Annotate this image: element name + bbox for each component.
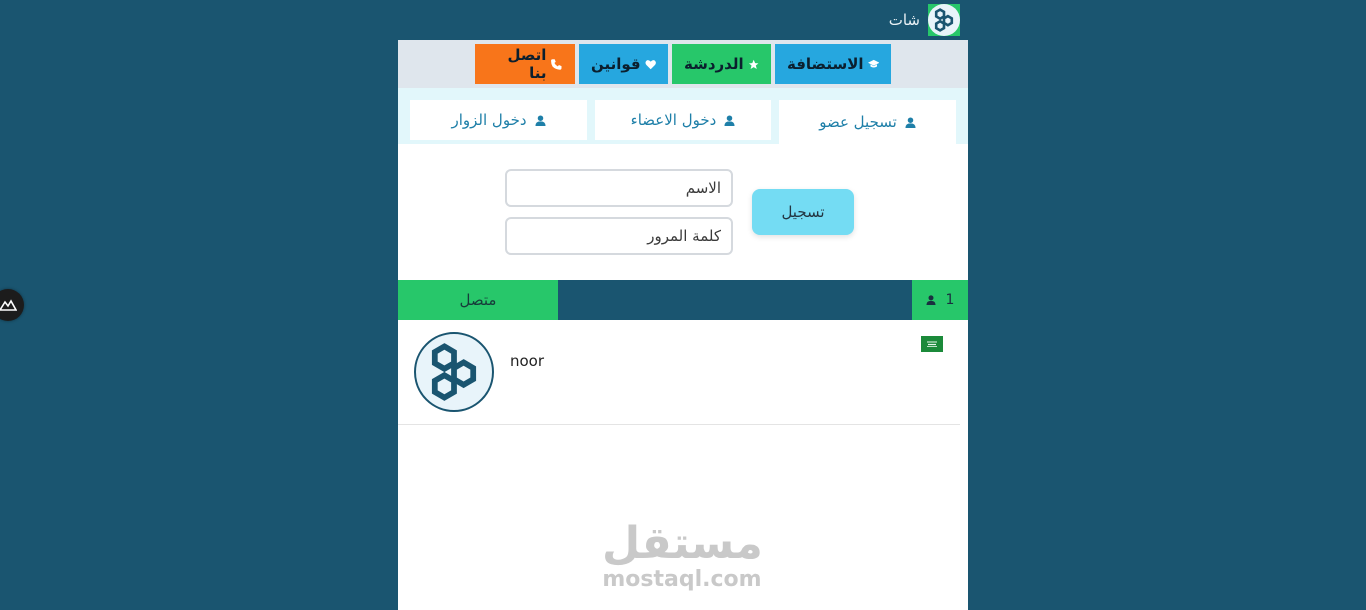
user-icon (905, 116, 916, 128)
side-floating-button[interactable] (0, 289, 24, 321)
tab-members-login[interactable]: دخول الاعضاء (595, 100, 771, 140)
password-field[interactable] (505, 217, 733, 255)
nav-chat-button[interactable]: الدردشة (672, 44, 771, 84)
nav-rules-button[interactable]: قوانين (579, 44, 668, 84)
user-name[interactable]: noor (510, 352, 544, 370)
name-field[interactable] (505, 169, 733, 207)
register-form: تسجيل (398, 144, 968, 280)
hexagons-logo-icon (431, 343, 477, 401)
tab-register[interactable]: تسجيل عضو (779, 100, 956, 144)
online-count-badge: 1 (912, 280, 968, 320)
nav-hosting-label: الاستضافة (787, 55, 864, 73)
tab-guest-login-label: دخول الزوار (451, 111, 527, 129)
nav-contact-button[interactable]: اتصل بنا (475, 44, 575, 84)
avatar[interactable] (414, 332, 494, 412)
watermark-arabic: مستقل (602, 518, 763, 569)
user-icon (925, 295, 936, 305)
graduation-cap-icon (867, 59, 879, 68)
mountain-icon (0, 299, 17, 311)
watermark-latin: mostaql.com (602, 567, 762, 592)
app-title: شات (888, 11, 920, 29)
online-label[interactable]: متصل (398, 280, 558, 320)
nav-hosting-button[interactable]: الاستضافة (775, 44, 891, 84)
nav-chat-label: الدردشة (684, 55, 744, 73)
phone-icon (551, 58, 562, 70)
user-icon (724, 114, 735, 126)
online-bar: متصل 1 (398, 280, 968, 320)
auth-tabs: تسجيل عضو دخول الاعضاء دخول الزوار (398, 88, 968, 144)
user-icon (534, 114, 546, 126)
hexagons-logo-icon (928, 4, 960, 36)
nav-contact-label: اتصل بنا (507, 46, 547, 82)
star-icon (748, 59, 759, 69)
online-count: 1 (945, 292, 955, 308)
register-submit-button[interactable]: تسجيل (752, 189, 854, 235)
main-nav: الاستضافة الدردشة قوانين اتصل بنا (398, 40, 968, 88)
heart-icon (645, 59, 656, 69)
tab-members-login-label: دخول الاعضاء (630, 111, 717, 129)
saudi-flag-icon (921, 336, 943, 352)
tab-register-label: تسجيل عضو (819, 113, 897, 131)
mostaql-watermark: مستقل mostaql.com (602, 518, 763, 592)
chat-app: شات الاستضافة الدردشة قوانين اتصل بنا تس… (398, 0, 968, 610)
top-bar: شات (398, 0, 968, 40)
tab-guest-login[interactable]: دخول الزوار (410, 100, 587, 140)
brand: شات (889, 4, 960, 36)
nav-rules-label: قوانين (591, 55, 641, 73)
list-item[interactable]: noor (398, 320, 960, 425)
